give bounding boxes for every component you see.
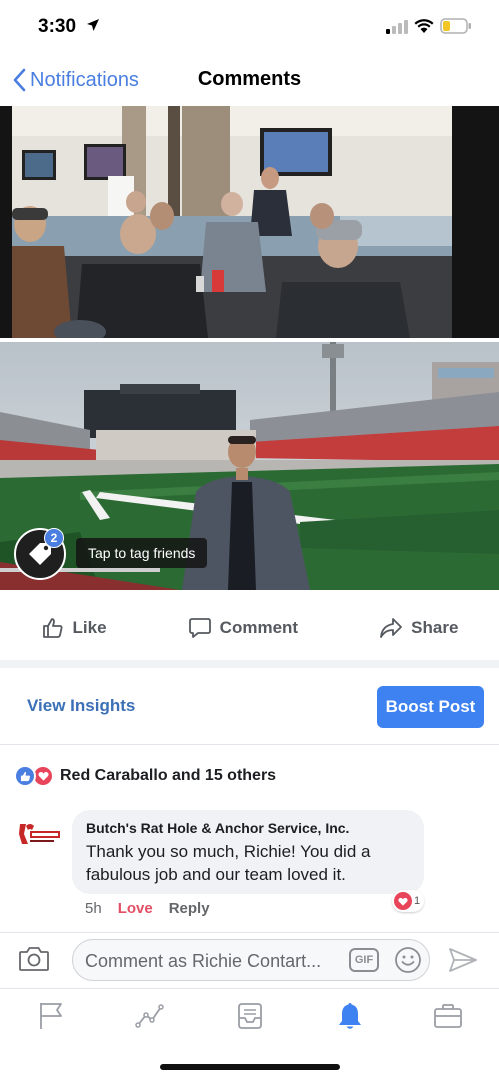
gif-button[interactable]: GIF (349, 948, 379, 972)
post-photo-meeting[interactable] (0, 106, 499, 338)
inbox-icon[interactable] (235, 1001, 265, 1031)
camera-icon[interactable] (18, 945, 50, 973)
post-photo-stadium[interactable] (0, 342, 499, 590)
activity-icon[interactable] (135, 1001, 165, 1031)
comment-text: Thank you so much, Richie! You did a fab… (86, 842, 371, 884)
comment-author[interactable]: Butch's Rat Hole & Anchor Service, Inc. (86, 820, 410, 836)
nav-bar: Comments Notifications (0, 52, 499, 106)
comment-label: Comment (219, 618, 299, 637)
butchs-logo-icon (19, 824, 60, 844)
share-button[interactable]: Share (379, 616, 458, 640)
status-bar: 3:30 (0, 0, 499, 52)
back-button[interactable]: Notifications (12, 65, 139, 95)
post-actions: Like Comment Share (0, 600, 499, 656)
tag-count-badge: 2 (44, 528, 64, 548)
comment-love-count-value: 1 (414, 895, 421, 907)
stadium-photo-image (0, 342, 499, 590)
battery-icon (440, 18, 471, 34)
section-divider (0, 744, 499, 745)
comment-reply-button[interactable]: Reply (169, 900, 210, 917)
thumbs-up-icon (42, 618, 63, 638)
tag-friends-tooltip[interactable]: Tap to tag friends (76, 538, 208, 568)
comment-reaction-count[interactable]: 1 (392, 890, 425, 912)
meeting-photo-image (0, 106, 499, 338)
tools-icon[interactable] (433, 1001, 463, 1031)
comment-love-button[interactable]: Love (118, 900, 153, 917)
boost-post-button[interactable]: Boost Post (377, 686, 484, 728)
wifi-icon (414, 19, 434, 33)
comment-bubble-icon (188, 618, 211, 638)
send-icon[interactable] (448, 947, 478, 973)
heart-icon (394, 892, 412, 910)
share-arrow-icon (380, 618, 403, 638)
comment-input[interactable]: Comment as Richie Contart... GIF (72, 939, 430, 981)
share-label: Share (411, 618, 459, 637)
comment-input-placeholder: Comment as Richie Contart... (85, 951, 322, 971)
like-reaction-icon (14, 765, 36, 787)
comment-meta: 5h Love Reply (85, 898, 226, 918)
comment-bubble[interactable]: Butch's Rat Hole & Anchor Service, Inc. … (72, 810, 424, 894)
emoji-icon[interactable] (394, 946, 422, 974)
cellular-signal-icon (386, 20, 408, 34)
view-insights-link[interactable]: View Insights (27, 696, 135, 716)
notifications-icon[interactable] (335, 1001, 365, 1031)
commenter-avatar[interactable] (16, 820, 62, 848)
comment-time: 5h (85, 899, 102, 917)
location-arrow-icon (87, 19, 99, 31)
home-indicator[interactable] (160, 1064, 340, 1070)
chevron-left-icon (13, 68, 26, 92)
status-time: 3:30 (38, 16, 77, 37)
comment-composer: Comment as Richie Contart... GIF (0, 932, 499, 988)
back-label: Notifications (30, 68, 139, 91)
section-divider (0, 660, 499, 668)
tab-bar (0, 988, 499, 1046)
like-label: Like (72, 618, 107, 637)
flag-icon[interactable] (37, 1001, 65, 1031)
comment-button[interactable]: Comment (188, 616, 298, 640)
reactions-summary[interactable]: Red Caraballo and 15 others (14, 764, 276, 788)
like-button[interactable]: Like (41, 616, 107, 640)
reactions-text: Red Caraballo and 15 others (60, 767, 277, 784)
